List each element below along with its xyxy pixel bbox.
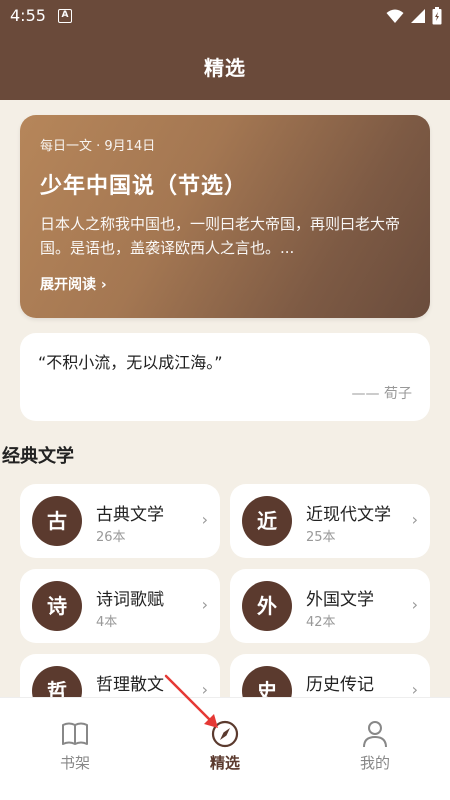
top-bar: 4:55 A 精选 xyxy=(0,0,450,100)
category-name: 近现代文学 xyxy=(306,505,391,525)
nav-label: 书架 xyxy=(59,754,90,772)
category-name: 外国文学 xyxy=(306,590,374,610)
signal-icon xyxy=(411,9,425,23)
chevron-right-icon: › xyxy=(411,595,418,614)
nav-item-profile[interactable]: 我的 xyxy=(335,720,415,773)
category-count: 26本 xyxy=(96,530,126,545)
category-badge: 外 xyxy=(242,581,292,631)
category-name: 历史传记 xyxy=(306,675,374,695)
category-tile-classical[interactable]: 古 古典文学 26本 › xyxy=(20,484,220,558)
category-badge: 古 xyxy=(32,496,82,546)
read-more-link[interactable]: 展开阅读 › xyxy=(40,274,410,294)
chevron-right-icon: › xyxy=(201,510,208,529)
daily-excerpt: 日本人之称我中国也，一则曰老大帝国，再则曰老大帝国。是语也，盖袭译欧西人之言也。… xyxy=(40,215,401,257)
user-icon xyxy=(363,721,387,748)
category-tile-modern[interactable]: 近 近现代文学 25本 › xyxy=(230,484,430,558)
bottom-nav: 书架 精选 我的 xyxy=(0,697,450,800)
daily-date: 每日一文 · 9月14日 xyxy=(40,139,156,154)
page-title: 精选 xyxy=(204,56,246,80)
status-bar: 4:55 A xyxy=(0,0,450,32)
category-count: 42本 xyxy=(306,615,336,630)
compass-icon xyxy=(211,720,239,748)
category-name: 古典文学 xyxy=(96,505,164,525)
category-count: 25本 xyxy=(306,530,336,545)
nav-item-featured[interactable]: 精选 xyxy=(185,720,265,773)
section-title: 经典文学 xyxy=(2,446,74,467)
quote-author: —— 荀子 xyxy=(351,386,412,402)
daily-article-card[interactable]: 每日一文 · 9月14日 少年中国说（节选） 日本人之称我中国也，一则曰老大帝国… xyxy=(20,115,430,318)
chevron-right-icon: › xyxy=(411,510,418,529)
book-icon xyxy=(62,722,88,745)
nav-label: 我的 xyxy=(359,754,390,772)
chevron-right-icon: › xyxy=(201,595,208,614)
nav-label: 精选 xyxy=(209,754,240,772)
daily-title: 少年中国说（节选） xyxy=(40,174,248,199)
category-count: 4本 xyxy=(96,615,118,630)
quote-card: “不积小流，无以成江海。” —— 荀子 xyxy=(20,333,430,421)
system-icons xyxy=(386,6,442,26)
quote-text: “不积小流，无以成江海。” xyxy=(38,353,223,372)
battery-icon xyxy=(432,7,442,25)
category-tile-foreign[interactable]: 外 外国文学 42本 › xyxy=(230,569,430,643)
nav-item-bookshelf[interactable]: 书架 xyxy=(35,720,115,773)
notification-a-icon: A xyxy=(58,9,72,23)
category-name: 诗词歌赋 xyxy=(96,590,164,610)
category-badge: 诗 xyxy=(32,581,82,631)
status-time: 4:55 xyxy=(10,6,46,25)
category-name: 哲理散文 xyxy=(96,675,164,695)
category-badge: 近 xyxy=(242,496,292,546)
category-tile-poetry[interactable]: 诗 诗词歌赋 4本 › xyxy=(20,569,220,643)
wifi-icon xyxy=(386,9,404,23)
